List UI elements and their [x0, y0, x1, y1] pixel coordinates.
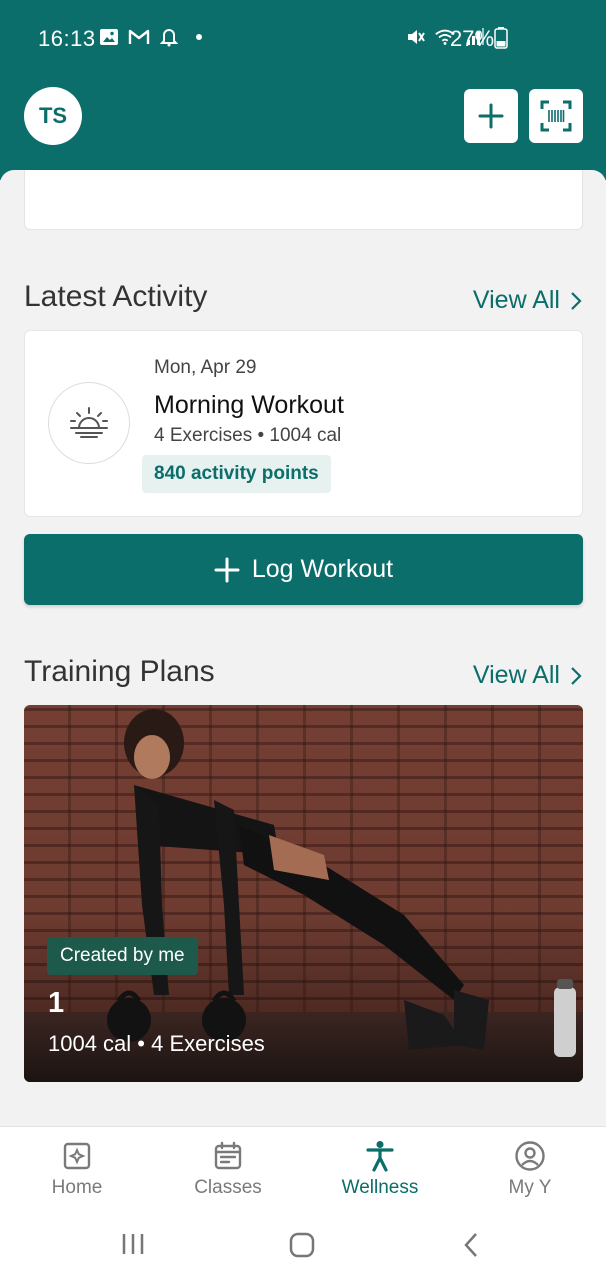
log-workout-button[interactable]: Log Workout — [24, 534, 583, 605]
nav-wellness-label: Wellness — [341, 1177, 419, 1198]
barcode-scan-icon — [540, 100, 572, 132]
battery-icon — [490, 27, 512, 49]
calendar-icon — [213, 1139, 243, 1173]
training-plans-view-all[interactable]: View All — [473, 661, 582, 690]
view-all-label: View All — [472, 286, 560, 314]
latest-activity-title: Latest Activity — [24, 280, 208, 313]
person-icon — [365, 1139, 395, 1173]
created-by-badge: Created by me — [47, 937, 198, 975]
plan-details: 1004 cal • 4 Exercises — [48, 1031, 265, 1056]
main-content[interactable]: Latest Activity View All Mon, Apr 29 Mor… — [0, 170, 606, 1126]
plus-icon — [478, 103, 504, 129]
image-icon — [98, 26, 120, 48]
add-button[interactable] — [464, 89, 518, 143]
status-time: 16:13 — [38, 26, 96, 51]
activity-card[interactable]: Mon, Apr 29 Morning Workout 4 Exercises … — [24, 330, 583, 517]
mute-icon — [404, 26, 426, 48]
user-circle-icon — [514, 1139, 546, 1173]
nav-classes[interactable]: Classes — [168, 1139, 288, 1199]
nav-my-y[interactable]: My Y — [470, 1139, 590, 1199]
nav-home-label: Home — [51, 1177, 103, 1198]
view-all-label: View All — [472, 661, 560, 689]
plan-image-athlete — [107, 709, 576, 1057]
nav-wellness[interactable]: Wellness — [320, 1139, 440, 1199]
gmail-icon — [128, 26, 150, 48]
battery-percent: 27% — [450, 26, 495, 51]
status-bar: 16:13 27% — [0, 0, 606, 76]
avatar[interactable]: TS — [24, 87, 82, 145]
home-circle-icon[interactable] — [289, 1232, 315, 1258]
plan-name: 1 — [48, 987, 65, 1019]
bottom-nav: Home Classes Wellness My Y — [0, 1126, 606, 1212]
activity-details: 4 Exercises • 1004 cal — [154, 425, 342, 446]
bell-icon — [158, 26, 180, 48]
scan-button[interactable] — [529, 89, 583, 143]
chevron-right-icon — [571, 291, 582, 310]
training-plans-title: Training Plans — [24, 655, 215, 688]
nav-classes-label: Classes — [194, 1177, 262, 1198]
dot-icon — [188, 26, 210, 48]
back-icon[interactable] — [462, 1232, 480, 1258]
previous-card — [24, 170, 583, 230]
activity-date: Mon, Apr 29 — [154, 357, 257, 378]
sunrise-icon — [48, 382, 130, 464]
recents-icon[interactable] — [120, 1232, 146, 1256]
log-workout-label: Log Workout — [251, 555, 394, 583]
system-nav-bar — [0, 1212, 606, 1280]
training-plan-card[interactable]: Created by me 1 1004 cal • 4 Exercises — [24, 705, 583, 1082]
nav-my-y-label: My Y — [508, 1177, 552, 1198]
app-header: 16:13 27% TS — [0, 0, 606, 180]
chevron-right-icon — [571, 666, 582, 685]
latest-activity-view-all[interactable]: View All — [473, 286, 582, 315]
nav-home[interactable]: Home — [17, 1139, 137, 1199]
activity-points-badge: 840 activity points — [142, 455, 331, 493]
plus-icon — [214, 557, 240, 582]
activity-name: Morning Workout — [154, 391, 344, 419]
home-icon — [62, 1139, 92, 1173]
